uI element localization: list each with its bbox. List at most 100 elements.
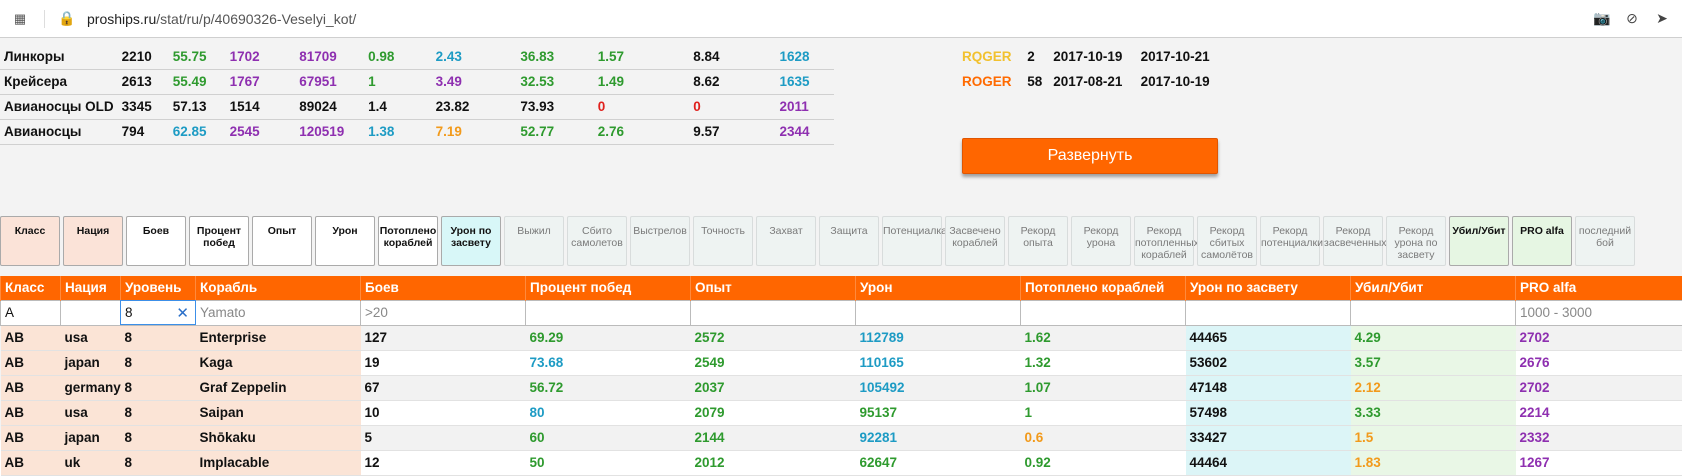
column-toggle-button[interactable]: Потенциалка — [882, 216, 942, 266]
apps-grid-icon[interactable]: ▦ — [12, 11, 28, 27]
table-cell: 2.12 — [1351, 375, 1516, 400]
column-toggle-button[interactable]: Урон по засвету — [441, 216, 501, 266]
column-toggle-button[interactable]: Урон — [315, 216, 375, 266]
table-row[interactable]: ABgermany8Graf Zeppelin6756.722037105492… — [1, 375, 1682, 400]
column-toggle-button[interactable]: Нация — [63, 216, 123, 266]
column-toggle-button[interactable]: Потоплено кораблей — [378, 216, 438, 266]
summary-value: 7.19 — [432, 119, 517, 144]
filter-cell-level: ✕ — [121, 300, 196, 325]
table-cell: germany — [61, 375, 121, 400]
summary-value: 2.76 — [594, 119, 689, 144]
filter-cell-winrate — [526, 300, 691, 325]
column-toggle-button[interactable]: Защита — [819, 216, 879, 266]
summary-value: 55.75 — [169, 44, 226, 69]
lock-icon[interactable]: 🔒 — [59, 11, 75, 27]
column-toggle-button[interactable]: Рекорд потенциалки — [1260, 216, 1320, 266]
block-icon[interactable]: ⊘ — [1624, 11, 1640, 27]
column-toggle-button[interactable]: Класс — [0, 216, 60, 266]
column-header[interactable]: Потоплено кораблей — [1021, 276, 1186, 300]
table-cell: AB — [1, 350, 61, 375]
summary-value: 55.49 — [169, 69, 226, 94]
column-toggle-button[interactable]: Рекорд урона — [1071, 216, 1131, 266]
nation-filter-input[interactable] — [61, 301, 120, 324]
column-header[interactable]: Уровень — [121, 276, 196, 300]
column-header[interactable]: Нация — [61, 276, 121, 300]
spot-damage-filter-input[interactable] — [1186, 301, 1350, 324]
table-cell: Graf Zeppelin — [196, 375, 361, 400]
kd-filter-input[interactable] — [1351, 301, 1515, 324]
pro-filter-input[interactable] — [1516, 301, 1682, 324]
summary-class-label: Авианосцы — [0, 119, 118, 144]
column-toggle-button[interactable]: Рекорд сбитых самолётов — [1197, 216, 1257, 266]
column-toggle-button[interactable]: Точность — [693, 216, 753, 266]
class-filter-input[interactable] — [1, 301, 60, 324]
rg-nick[interactable]: ROGER — [958, 69, 1023, 94]
column-header[interactable]: Опыт — [691, 276, 856, 300]
url-field[interactable]: proships.ru/stat/ru/p/40690326-Veselyi_k… — [87, 11, 1594, 27]
column-toggle-button[interactable]: Рекорд опыта — [1008, 216, 1068, 266]
column-toggle-button[interactable]: Сбито самолетов — [567, 216, 627, 266]
summary-value: 1.49 — [594, 69, 689, 94]
column-toggle-button[interactable]: Боев — [126, 216, 186, 266]
table-cell: 50 — [526, 450, 691, 475]
rg-row: ROGER 58 2017-08-21 2017-10-19 — [958, 69, 1224, 94]
column-header[interactable]: Класс — [1, 276, 61, 300]
column-header[interactable]: PRO alfa — [1516, 276, 1682, 300]
column-toggle-button[interactable]: Засвечено кораблей — [945, 216, 1005, 266]
column-header[interactable]: Боев — [361, 276, 526, 300]
frags-filter-input[interactable] — [1021, 301, 1185, 324]
filter-cell-nation — [61, 300, 121, 325]
camera-icon[interactable]: 📷 — [1594, 11, 1610, 27]
summary-value: 2011 — [775, 94, 834, 119]
table-cell: 2676 — [1516, 350, 1682, 375]
damage-filter-input[interactable] — [856, 301, 1020, 324]
exp-filter-input[interactable] — [691, 301, 855, 324]
column-toggle-button[interactable]: Опыт — [252, 216, 312, 266]
class-summary-table: Линкоры221055.751702817090.982.4336.831.… — [0, 44, 834, 145]
table-row[interactable]: ABusa8Saipan10802079951371574983.332214 — [1, 400, 1682, 425]
column-toggle-button[interactable]: Выжил — [504, 216, 564, 266]
send-icon[interactable]: ➤ — [1654, 11, 1670, 27]
summary-value: 9.57 — [689, 119, 775, 144]
column-header[interactable]: Корабль — [196, 276, 361, 300]
column-header[interactable]: Убил/Убит — [1351, 276, 1516, 300]
column-toggle-button[interactable]: Убил/Убит — [1449, 216, 1509, 266]
summary-value: 2613 — [118, 69, 169, 94]
column-header[interactable]: Урон по засвету — [1186, 276, 1351, 300]
summary-value: 1 — [364, 69, 432, 94]
expand-button[interactable]: Развернуть — [962, 138, 1218, 174]
table-row[interactable]: ABusa8Enterprise12769.2925721127891.6244… — [1, 325, 1682, 350]
summary-value: 8.84 — [689, 44, 775, 69]
summary-row: Авианосцы OLD334557.131514890241.423.827… — [0, 94, 834, 119]
rg-nick[interactable]: RQGER — [958, 44, 1023, 69]
table-cell: 62647 — [856, 450, 1021, 475]
table-cell: 8 — [121, 450, 196, 475]
table-row[interactable]: ABuk8Implacable12502012626470.92444641.8… — [1, 450, 1682, 475]
table-row[interactable]: ABjapan8Shōkaku5602144922810.6334271.523… — [1, 425, 1682, 450]
column-toggle-button[interactable]: Процент побед — [189, 216, 249, 266]
column-toggle-button[interactable]: Выстрелов — [630, 216, 690, 266]
table-row[interactable]: ABjapan8Kaga1973.6825491101651.32536023.… — [1, 350, 1682, 375]
column-header[interactable]: Урон — [856, 276, 1021, 300]
column-toggle-button[interactable]: Рекорд потопленных кораблей — [1134, 216, 1194, 266]
column-toggle-button[interactable]: Захват — [756, 216, 816, 266]
summary-value: 81709 — [295, 44, 364, 69]
column-header[interactable]: Процент побед — [526, 276, 691, 300]
column-toggle-button[interactable]: Рекорд урона по засвету — [1386, 216, 1446, 266]
clear-filter-icon[interactable]: ✕ — [176, 304, 189, 322]
ship-filter-input[interactable] — [196, 301, 360, 324]
column-toggle-button[interactable]: Рекорд засвеченных — [1323, 216, 1383, 266]
summary-value: 1702 — [226, 44, 296, 69]
summary-value: 0 — [594, 94, 689, 119]
battles-filter-input[interactable] — [361, 301, 525, 324]
table-cell: 8 — [121, 325, 196, 350]
summary-value: 2.43 — [432, 44, 517, 69]
table-cell: 1 — [1021, 400, 1186, 425]
column-toggle-button[interactable]: последний бой — [1575, 216, 1635, 266]
table-cell: 73.68 — [526, 350, 691, 375]
table-cell: 53602 — [1186, 350, 1351, 375]
winrate-filter-input[interactable] — [526, 301, 690, 324]
column-toggle-button[interactable]: PRO alfa — [1512, 216, 1572, 266]
filter-cell-class — [1, 300, 61, 325]
table-cell: 2079 — [691, 400, 856, 425]
